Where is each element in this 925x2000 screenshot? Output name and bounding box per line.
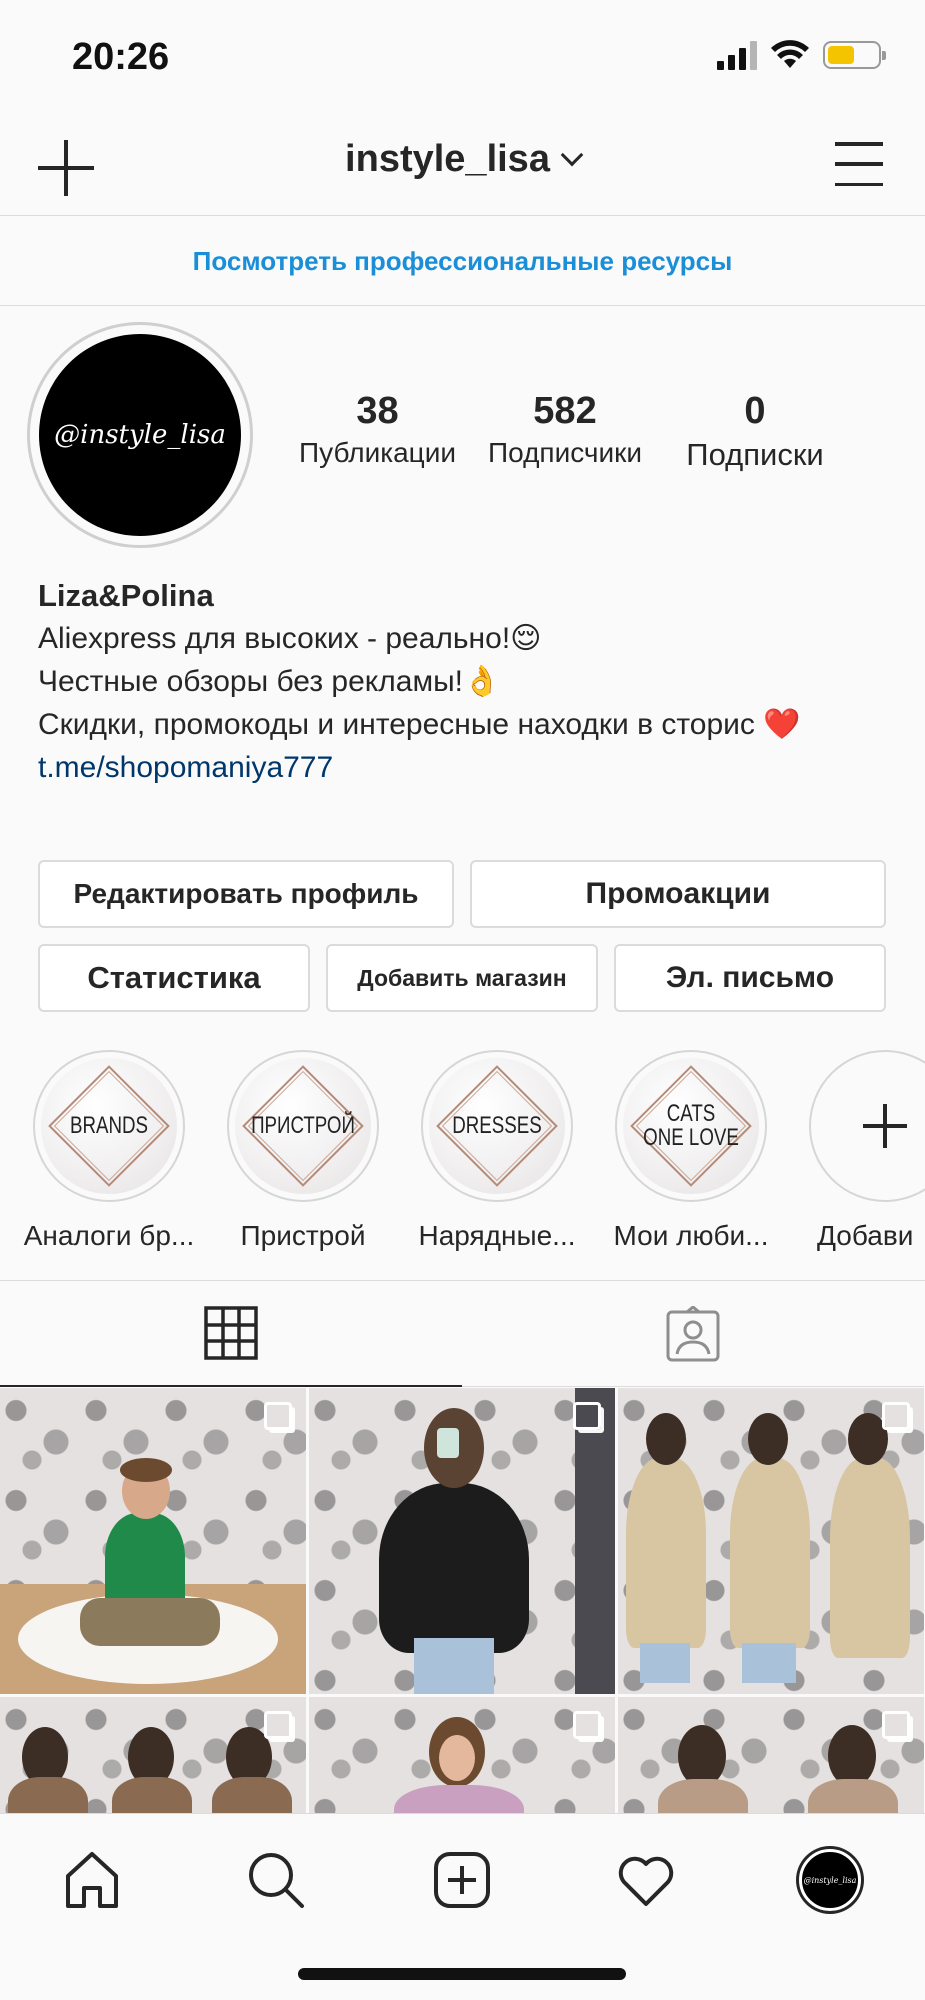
bio-line: Скидки, промокоды и интересные находки в…	[38, 708, 801, 741]
nav-profile[interactable]: @instyle_lisa	[790, 1840, 870, 1920]
new-highlight-circle	[809, 1050, 925, 1202]
stat-posts-count: 38	[356, 390, 399, 432]
carousel-icon	[264, 1402, 292, 1430]
carousel-icon	[573, 1711, 601, 1739]
highlight-cover: CATS ONE LOVE	[615, 1050, 767, 1202]
post-thumbnail[interactable]	[0, 1388, 306, 1694]
post-thumbnail[interactable]	[618, 1697, 924, 1813]
hamburger-icon	[835, 142, 883, 146]
edit-profile-button[interactable]: Редактировать профиль	[38, 860, 454, 928]
tab-tagged[interactable]	[462, 1281, 924, 1387]
profile-tabs	[0, 1280, 925, 1387]
highlight-label: Мои люби...	[613, 1220, 769, 1251]
highlight-label: Пристрой	[240, 1220, 366, 1251]
nav-new-post[interactable]	[422, 1840, 502, 1920]
posts-grid	[0, 1388, 925, 1813]
activity-heart-icon	[618, 1856, 674, 1906]
stat-following[interactable]: 0 Подписки	[665, 390, 845, 473]
pro-resources-banner: Посмотреть профессиональные ресурсы	[0, 216, 925, 306]
highlight-label: Добави	[817, 1220, 914, 1251]
menu-button[interactable]	[835, 142, 883, 186]
search-icon	[249, 1853, 304, 1908]
highlight-item[interactable]: ПРИСТРОЙ Пристрой	[227, 1050, 379, 1252]
avatar-image: @instyle_lisa	[39, 334, 241, 536]
grid-icon	[204, 1306, 258, 1360]
bio-line: Честные обзоры без рекламы!👌	[38, 665, 501, 698]
nav-activity[interactable]	[606, 1840, 686, 1920]
stat-posts-label: Публикации	[299, 437, 456, 468]
cellular-signal-icon	[717, 40, 757, 70]
post-thumbnail[interactable]	[0, 1697, 306, 1813]
carousel-icon	[882, 1711, 910, 1739]
stat-followers-count: 582	[533, 390, 597, 432]
status-bar: 20:26	[0, 0, 925, 110]
promotions-button[interactable]: Промоакции	[470, 860, 886, 928]
profile-avatar-icon: @instyle_lisa	[799, 1849, 861, 1911]
stat-following-label: Подписки	[686, 437, 824, 472]
highlight-item[interactable]: BRANDS Аналоги бр...	[24, 1050, 194, 1252]
carousel-icon	[882, 1402, 910, 1430]
stat-followers[interactable]: 582 Подписчики	[465, 390, 665, 473]
nav-search[interactable]	[236, 1840, 316, 1920]
tagged-icon	[666, 1305, 720, 1361]
status-time: 20:26	[72, 36, 170, 78]
post-thumbnail[interactable]	[309, 1697, 615, 1813]
profile-name: Liza&Polina	[38, 578, 214, 613]
new-highlight-button[interactable]: Добави	[809, 1050, 925, 1252]
nav-home[interactable]	[52, 1840, 132, 1920]
profile-header: instyle_lisa	[0, 110, 925, 216]
profile-stats: 38 Публикации 582 Подписчики 0 Подписки	[290, 390, 845, 473]
stat-following-count: 0	[744, 390, 766, 432]
pro-resources-link[interactable]: Посмотреть профессиональные ресурсы	[193, 246, 733, 276]
post-thumbnail[interactable]	[618, 1388, 924, 1694]
email-button[interactable]: Эл. письмо	[614, 944, 886, 1012]
stat-followers-label: Подписчики	[487, 437, 643, 468]
profile-bio: Liza&Polina Aliexpress для высоких - реа…	[38, 574, 898, 789]
stat-posts[interactable]: 38 Публикации	[290, 390, 465, 473]
statistics-button[interactable]: Статистика	[38, 944, 310, 1012]
highlight-cover-text: ПРИСТРОЙ	[251, 1112, 355, 1139]
new-post-icon	[434, 1852, 490, 1908]
carousel-icon	[573, 1402, 601, 1430]
battery-icon	[823, 41, 886, 69]
profile-avatar[interactable]: @instyle_lisa	[27, 322, 253, 548]
highlight-item[interactable]: DRESSES Нарядные...	[418, 1050, 576, 1252]
highlight-cover-text: CATS ONE LOVE	[643, 1100, 739, 1151]
wifi-icon	[771, 40, 809, 68]
home-indicator[interactable]	[298, 1968, 626, 1980]
status-icons	[717, 40, 886, 70]
highlight-cover-text: DRESSES	[452, 1112, 542, 1139]
post-thumbnail[interactable]	[309, 1388, 615, 1694]
account-switcher[interactable]: instyle_lisa	[0, 138, 925, 181]
highlight-label: Нарядные...	[418, 1220, 576, 1251]
carousel-icon	[264, 1711, 292, 1739]
username-title: instyle_lisa	[345, 138, 550, 180]
bio-link[interactable]: t.me/shopomaniya777	[38, 746, 898, 789]
home-icon	[66, 1852, 118, 1908]
highlight-cover: BRANDS	[33, 1050, 185, 1202]
plus-icon	[863, 1104, 907, 1148]
highlight-cover: DRESSES	[421, 1050, 573, 1202]
bio-line: Aliexpress для высоких - реально!😌	[38, 622, 542, 655]
highlight-item[interactable]: CATS ONE LOVE Мои люби...	[614, 1050, 768, 1252]
add-shop-button[interactable]: Добавить магазин	[326, 944, 598, 1012]
chevron-down-icon	[560, 143, 584, 167]
highlight-cover-text: BRANDS	[69, 1112, 149, 1139]
highlight-label: Аналоги бр...	[23, 1220, 195, 1251]
highlight-cover: ПРИСТРОЙ	[227, 1050, 379, 1202]
tab-posts-grid[interactable]	[0, 1281, 462, 1387]
